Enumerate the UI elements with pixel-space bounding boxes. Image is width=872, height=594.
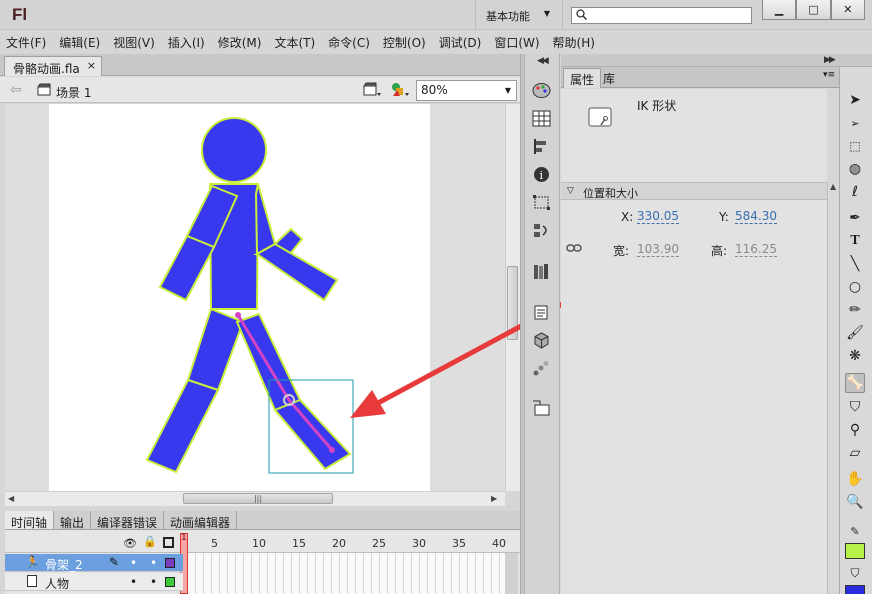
tab-output[interactable]: 输出 (54, 511, 92, 530)
tab-properties[interactable]: 属性 (563, 68, 601, 88)
oval-tool-icon[interactable]: ○ (845, 277, 865, 297)
swatches-grid-icon[interactable] (532, 110, 551, 127)
expand-panel-icon[interactable]: ▶▶ (824, 55, 836, 65)
height-label: 高: (711, 244, 728, 258)
width-value[interactable]: 103.90 (637, 243, 679, 257)
frame-number: 25 (372, 537, 386, 550)
hand-tool-icon[interactable]: ✋ (845, 469, 865, 489)
brush-tool-icon[interactable]: 🖌 (845, 323, 865, 343)
pencil-tool-icon[interactable]: ✏ (845, 300, 865, 320)
free-transform-tool-icon[interactable]: ⬚ (845, 136, 865, 156)
timeline-tabs: 时间轴 输出 编译器错误 动画编辑器 (5, 511, 520, 530)
eye-icon[interactable]: 👁 (123, 537, 137, 550)
transform-icon[interactable] (532, 194, 551, 211)
paint-bucket-tool-icon[interactable]: ⛉ (845, 397, 865, 417)
library-books-icon[interactable] (532, 263, 551, 280)
properties-body (561, 89, 827, 594)
visibility-dot[interactable]: • (130, 575, 137, 589)
armature-layer-icon: 🏃 (25, 555, 40, 569)
zoom-tool-icon[interactable]: 🔍 (845, 492, 865, 512)
pencil-icon: ✎ (109, 555, 120, 569)
stroke-color-icon: ✎ (850, 524, 860, 538)
y-value[interactable]: 584.30 (735, 210, 777, 224)
frame-number: 10 (252, 537, 266, 550)
shape-icon (588, 107, 612, 127)
frame-number: 20 (332, 537, 346, 550)
frame-number: 30 (412, 537, 426, 550)
pen-tool-icon[interactable]: ✒ (845, 208, 865, 228)
lock-icon[interactable]: 🔒 (143, 535, 157, 548)
x-label: X: (621, 210, 634, 224)
frame-number: 15 (292, 537, 306, 550)
position-size-section[interactable]: ▽ 位置和大小 (561, 182, 827, 200)
layer-row[interactable]: 🏃 骨架_2 ✎ • • (5, 554, 183, 572)
link-chain-icon[interactable] (566, 241, 582, 255)
scroll-up-icon[interactable]: ▲ (830, 182, 836, 191)
panel-menu-icon[interactable]: ▾≡ (823, 70, 835, 80)
timeline-scrollbar[interactable] (505, 553, 518, 594)
components-icon[interactable] (532, 304, 551, 321)
eraser-tool-icon[interactable]: ▱ (845, 443, 865, 463)
outline-icon[interactable] (163, 537, 174, 548)
tab-compiler-errors[interactable]: 编译器错误 (91, 511, 165, 530)
layer-color-swatch[interactable] (165, 558, 175, 568)
bone-tool-icon[interactable]: 🦴 (845, 373, 865, 393)
x-value[interactable]: 330.05 (637, 210, 679, 224)
fill-color-swatch[interactable] (845, 585, 865, 594)
tab-timeline[interactable]: 时间轴 (5, 511, 55, 530)
visibility-dot[interactable]: • (130, 556, 137, 570)
frame-number: 40 (492, 537, 506, 550)
3d-cubes-icon[interactable] (532, 332, 551, 349)
layer-name: 人物 (45, 577, 70, 591)
playhead-frame: 1 (181, 533, 187, 543)
frame-grid[interactable] (188, 553, 518, 594)
section-collapse-icon[interactable]: ▽ (567, 186, 574, 196)
frame-number: 5 (211, 537, 218, 550)
selection-tool-icon[interactable]: ➤ (845, 90, 865, 110)
fill-color-icon: ⛉ (850, 565, 860, 580)
lock-dot[interactable]: • (150, 575, 157, 589)
tab-motion-editor[interactable]: 动画编辑器 (164, 511, 238, 530)
lock-dot[interactable]: • (150, 556, 157, 570)
properties-scrollbar[interactable]: ▲ (827, 182, 839, 594)
properties-panel-header: ▶▶ (561, 54, 872, 67)
section-title: 位置和大小 (583, 187, 638, 200)
height-value[interactable]: 116.25 (735, 243, 777, 257)
layer-icon (27, 575, 37, 587)
lasso-tool-icon[interactable]: ℓ (845, 182, 865, 202)
object-type-label: IK 形状 (637, 99, 677, 113)
layer-row[interactable]: 人物 • • (5, 573, 183, 591)
motion-presets-icon[interactable] (532, 360, 551, 377)
panel-dock (524, 54, 560, 594)
width-label: 宽: (613, 244, 630, 258)
history-icon[interactable] (532, 222, 551, 239)
align-icon[interactable] (532, 138, 551, 155)
eyedropper-tool-icon[interactable]: ⚲ (845, 420, 865, 440)
text-tool-icon[interactable]: T (845, 231, 865, 251)
deco-tool-icon[interactable]: ❋ (845, 346, 865, 366)
svg-text:i: i (540, 169, 544, 182)
subselection-tool-icon[interactable]: ➢ (845, 113, 865, 133)
layer-color-swatch[interactable] (165, 577, 175, 587)
stroke-color-swatch[interactable] (845, 543, 865, 559)
movie-explorer-icon[interactable] (532, 400, 551, 417)
info-icon[interactable]: i (532, 166, 551, 183)
color-palette-icon[interactable] (532, 82, 551, 99)
y-label: Y: (719, 210, 729, 224)
frame-number: 35 (452, 537, 466, 550)
line-tool-icon[interactable]: ╲ (845, 254, 865, 274)
3d-rotation-tool-icon[interactable]: ◍ (845, 159, 865, 179)
collapse-dock-icon[interactable]: ◀◀ (537, 56, 549, 66)
tab-library[interactable]: 库 (603, 70, 615, 87)
layer-name: 骨架_2 (45, 558, 83, 572)
